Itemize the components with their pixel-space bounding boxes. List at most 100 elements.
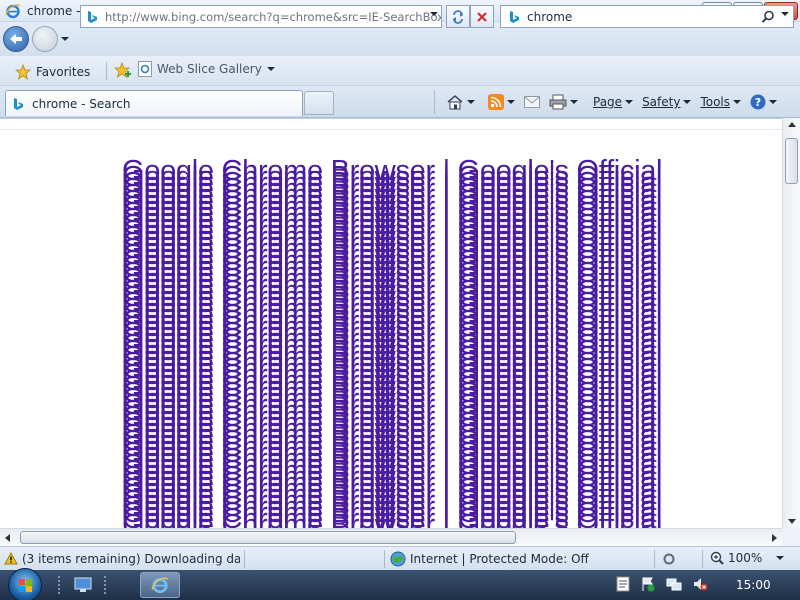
forward-button[interactable] (32, 26, 58, 52)
address-bar[interactable]: http://www.bing.com/search?q=chrome&src=… (80, 5, 442, 28)
back-button[interactable] (3, 26, 29, 52)
favorites-bar: Favorites Web Slice Gallery (0, 56, 800, 86)
action-center-flag-icon[interactable] (640, 576, 656, 592)
scrollbar-corner (782, 528, 800, 546)
chevron-down-icon (776, 556, 785, 560)
web-slice-gallery-label: Web Slice Gallery (157, 62, 262, 76)
page-content: Google Chrome Browser | Google's Officia… (0, 118, 782, 528)
system-tray (616, 576, 708, 592)
tools-menu-label: Tools (700, 95, 731, 109)
print-button[interactable] (549, 94, 578, 110)
vertical-scroll-thumb[interactable] (785, 138, 798, 184)
search-input[interactable]: chrome (527, 10, 572, 24)
recent-pages-dropdown[interactable] (61, 33, 71, 45)
notes-icon[interactable] (616, 576, 630, 592)
safety-menu-label: Safety (642, 95, 681, 109)
scroll-down-icon[interactable] (788, 519, 796, 524)
security-zone[interactable]: Internet | Protected Mode: Off (390, 551, 589, 567)
chevron-down-icon (683, 100, 692, 104)
arrow-right-icon (39, 34, 51, 44)
arrow-left-icon (10, 34, 22, 44)
status-separator (654, 550, 655, 568)
show-desktop-icon[interactable] (74, 577, 92, 593)
refresh-icon (453, 9, 463, 24)
web-slice-gallery-link[interactable]: Web Slice Gallery (138, 61, 275, 77)
stop-icon (477, 11, 487, 22)
zoom-level[interactable]: 100% (710, 551, 785, 565)
printer-icon (549, 94, 567, 110)
scroll-right-icon[interactable] (772, 534, 777, 542)
search-options-dropdown-icon[interactable] (781, 12, 789, 16)
chevron-down-icon (733, 100, 742, 104)
add-to-favorites-icon[interactable] (114, 62, 132, 80)
bing-icon (510, 11, 519, 23)
network-icon[interactable] (666, 576, 682, 592)
stop-button[interactable] (470, 5, 494, 28)
status-separator (244, 550, 245, 568)
taskbar-ie-button[interactable] (140, 572, 180, 598)
status-separator (384, 550, 385, 568)
toolbar-separator (434, 90, 435, 114)
favorites-label: Favorites (36, 65, 91, 79)
address-input[interactable]: http://www.bing.com/search?q=chrome&src=… (105, 10, 441, 24)
help-icon: ? (750, 94, 766, 110)
start-button[interactable] (8, 568, 42, 600)
security-zone-text: Internet | Protected Mode: Off (410, 552, 589, 566)
chevron-down-icon (769, 100, 778, 104)
home-button[interactable] (446, 94, 475, 110)
read-mail-button[interactable] (524, 96, 540, 108)
status-text: (3 items remaining) Downloading data ht (22, 552, 240, 566)
ie-logo-icon (151, 577, 169, 594)
volume-muted-icon[interactable] (692, 576, 708, 592)
tab-bar: chrome - Search Page Safety Tools ? (0, 86, 800, 118)
zoom-icon (710, 551, 724, 565)
taskbar: 15:00 (0, 568, 800, 600)
feeds-button[interactable] (488, 94, 515, 110)
rss-feed-icon (488, 94, 504, 110)
change-settings-icon[interactable] (662, 552, 684, 566)
bing-icon (88, 11, 97, 23)
star-icon (15, 64, 31, 80)
toolbar-separator (106, 62, 107, 80)
favorites-button[interactable]: Favorites (8, 61, 99, 83)
bing-icon (14, 97, 23, 110)
vertical-scrollbar[interactable] (782, 118, 800, 528)
new-tab-button[interactable] (304, 91, 334, 115)
search-box[interactable]: chrome (500, 5, 794, 28)
windows-logo-icon (19, 579, 32, 592)
status-bar: (3 items remaining) Downloading data ht … (0, 546, 800, 570)
command-bar: Page Safety Tools ? (446, 90, 786, 114)
scroll-left-icon[interactable] (5, 534, 10, 542)
page-menu-label: Page (593, 95, 623, 109)
chevron-down-icon (507, 100, 515, 104)
globe-icon (390, 551, 406, 567)
zoom-text: 100% (728, 551, 763, 565)
tab-title: chrome - Search (32, 96, 131, 111)
search-icon[interactable] (761, 10, 775, 24)
address-dropdown-icon[interactable] (430, 12, 438, 16)
garbled-search-result[interactable]: Google Chrome Browser | Google's Officia… (122, 157, 670, 528)
horizontal-scrollbar[interactable] (0, 528, 782, 546)
scroll-up-icon[interactable] (788, 122, 796, 127)
tab-chrome-search[interactable]: chrome - Search (5, 90, 303, 116)
garbled-text-line[interactable]: Google Chrome Browser | Google's Officia… (122, 511, 670, 529)
page-menu[interactable]: Page (593, 95, 634, 109)
chevron-down-icon (266, 67, 275, 71)
ie-logo-icon (5, 3, 21, 18)
tools-menu[interactable]: Tools (700, 95, 742, 109)
chevron-down-icon (625, 100, 634, 104)
taskbar-grip (104, 576, 108, 594)
refresh-button[interactable] (446, 5, 470, 28)
ie-page-icon (138, 61, 152, 77)
safety-menu[interactable]: Safety (642, 95, 692, 109)
warning-icon (4, 552, 18, 565)
mail-icon (524, 96, 540, 108)
svg-text:?: ? (755, 96, 761, 109)
taskbar-clock: 15:00 (736, 578, 771, 592)
taskbar-grip (58, 576, 62, 594)
chevron-down-icon (61, 37, 69, 41)
help-menu[interactable]: ? (750, 94, 778, 110)
home-icon (447, 95, 463, 110)
horizontal-scroll-thumb[interactable] (20, 531, 516, 544)
chevron-down-icon (467, 100, 475, 104)
